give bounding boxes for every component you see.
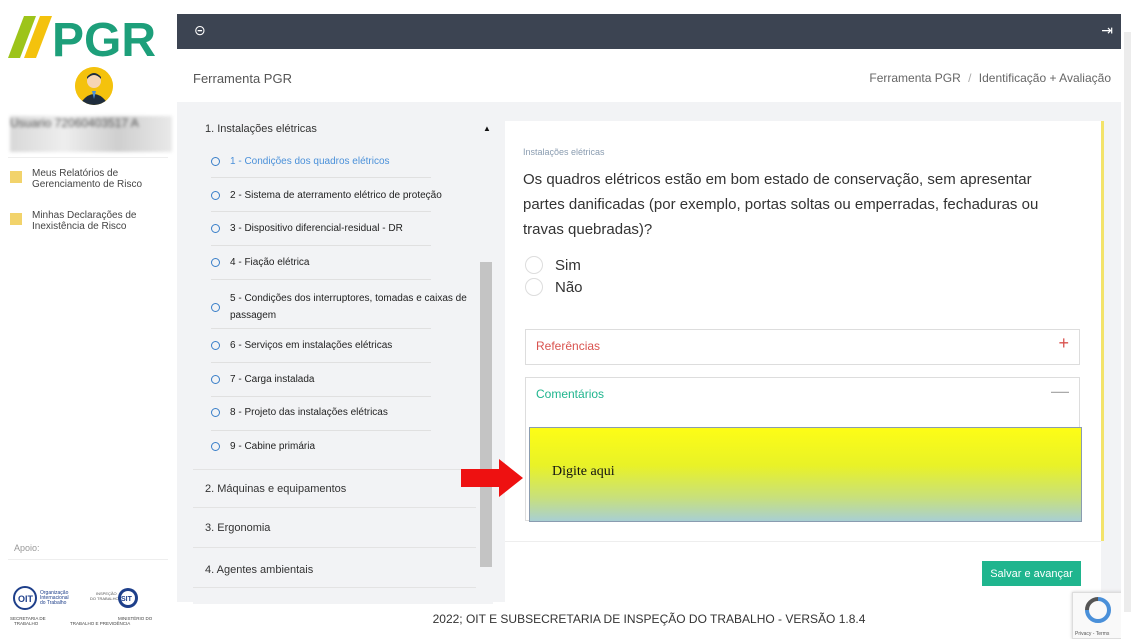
question-category: Instalações elétricas <box>523 147 605 157</box>
divider <box>211 245 431 246</box>
insp-line2: DO TRABALHO <box>90 596 119 601</box>
divider <box>211 430 431 431</box>
sidebar-item-label: Meus Relatórios de Gerenciamento de Risc… <box>32 168 143 190</box>
divider <box>8 157 168 158</box>
question-item-3[interactable]: 3 - Dispositivo diferencial-residual - D… <box>211 223 476 234</box>
comment-input[interactable]: Digite aqui <box>529 427 1082 522</box>
question-item-label: 3 - Dispositivo diferencial-residual - D… <box>230 223 403 234</box>
divider <box>211 396 431 397</box>
option-label: Não <box>555 278 583 296</box>
page-scrollbar[interactable] <box>1121 14 1133 639</box>
breadcrumb: Ferramenta PGR / Identificação + Avaliaç… <box>869 71 1111 85</box>
question-item-2[interactable]: 2 - Sistema de aterramento elétrico de p… <box>211 190 476 201</box>
divider <box>193 507 476 508</box>
references-panel[interactable]: Referências + <box>525 329 1080 365</box>
section-maquinas-equipamentos[interactable]: 2. Máquinas e equipamentos <box>205 483 346 495</box>
breadcrumb-separator: / <box>968 71 972 85</box>
question-text: Os quadros elétricos estão em bom estado… <box>523 171 1039 238</box>
divider <box>211 328 431 329</box>
question-item-label: 1 - Condições dos quadros elétricos <box>230 156 390 167</box>
collapse-icon[interactable]: ⊝ <box>194 22 206 39</box>
divider <box>211 177 431 178</box>
question-item-1[interactable]: 1 - Condições dos quadros elétricos <box>211 156 476 167</box>
radio-circle-icon <box>211 258 220 267</box>
radio-circle-icon <box>211 191 220 200</box>
section-agentes-ambientais[interactable]: 4. Agentes ambientais <box>205 564 313 576</box>
save-and-next-button[interactable]: Salvar e avançar <box>982 561 1081 586</box>
option-nao[interactable]: Não <box>525 278 583 296</box>
divider <box>211 211 431 212</box>
page-scrollbar-thumb[interactable] <box>1124 32 1131 612</box>
minus-icon[interactable]: — <box>1051 381 1069 402</box>
question-item-8[interactable]: 8 - Projeto das instalações elétricas <box>211 407 476 418</box>
partner-logos: OIT Organização Internacional do Trabalh… <box>10 586 153 626</box>
radio-button[interactable] <box>525 278 543 296</box>
section-instalacoes-eletricas[interactable]: 1. Instalações elétricas <box>205 123 317 135</box>
radio-circle-icon <box>211 442 220 451</box>
pgr-logo[interactable]: PGR <box>4 10 174 62</box>
breadcrumb-current: Identificação + Avaliação <box>978 71 1111 85</box>
question-item-6[interactable]: 6 - Serviços em instalações elétricas <box>211 340 476 351</box>
logo-text: PGR <box>52 14 156 62</box>
divider <box>193 469 476 470</box>
folder-icon <box>10 213 22 225</box>
divider <box>193 547 476 548</box>
radio-circle-icon <box>211 408 220 417</box>
comments-label: Comentários <box>536 387 605 401</box>
question-item-label: 4 - Fiação elétrica <box>230 257 310 268</box>
sit-logo: SIT <box>121 596 133 603</box>
sidebar-item-relatorios[interactable]: Meus Relatórios de Gerenciamento de Risc… <box>10 168 170 190</box>
page-footer: 2022; OIT E SUBSECRETARIA DE INSPEÇÃO DO… <box>432 612 866 626</box>
question-item-5[interactable]: 5 - Condições dos interruptores, tomadas… <box>211 290 476 324</box>
question-item-label: 6 - Serviços em instalações elétricas <box>230 340 393 351</box>
plus-icon[interactable]: + <box>1058 333 1069 354</box>
question-item-7[interactable]: 7 - Carga instalada <box>211 374 476 385</box>
question-item-label: 2 - Sistema de aterramento elétrico de p… <box>230 190 442 201</box>
radio-circle-icon <box>211 302 220 312</box>
question-item-label: 9 - Cabine primária <box>230 441 316 452</box>
sidebar-item-label: Minhas Declarações de Inexistência de Ri… <box>32 210 137 232</box>
divider <box>193 587 476 588</box>
radio-circle-icon <box>211 341 220 350</box>
option-sim[interactable]: Sim <box>525 256 581 274</box>
recaptcha-icon <box>1085 597 1111 623</box>
divider <box>211 279 431 280</box>
recaptcha-text[interactable]: Privacy - Terms <box>1075 631 1109 637</box>
divider <box>211 362 431 363</box>
section-ergonomia[interactable]: 3. Ergonomia <box>205 522 270 534</box>
divider <box>8 559 168 560</box>
page-header: Ferramenta PGR Ferramenta PGR / Identifi… <box>177 49 1121 103</box>
sec-line2: TRABALHO <box>14 621 39 626</box>
radio-circle-icon <box>211 375 220 384</box>
oit-line3: do Trabalho <box>40 600 67 606</box>
sidebar-item-declaracoes[interactable]: Minhas Declarações de Inexistência de Ri… <box>10 210 170 232</box>
option-label: Sim <box>555 256 581 274</box>
top-bar: ⊝ ⇥ <box>177 14 1121 49</box>
radio-button[interactable] <box>525 256 543 274</box>
question-item-label: 5 - Condições dos interruptores, tomadas… <box>230 293 467 321</box>
radio-circle-icon <box>211 224 220 233</box>
arrow-right-icon <box>461 459 523 497</box>
question-list-scrollbar[interactable] <box>480 262 492 567</box>
user-icon <box>75 67 113 105</box>
question-item-label: 8 - Projeto das instalações elétricas <box>230 407 388 418</box>
avatar[interactable] <box>75 67 113 105</box>
recaptcha-badge[interactable]: Privacy - Terms <box>1072 592 1126 639</box>
references-label: Referências <box>536 339 601 353</box>
comment-text: Digite aqui <box>552 464 615 479</box>
question-item-9[interactable]: 9 - Cabine primária <box>211 441 476 452</box>
caret-up-icon[interactable]: ▲ <box>483 124 491 133</box>
folder-icon <box>10 171 22 183</box>
question-item-4[interactable]: 4 - Fiação elétrica <box>211 257 476 268</box>
page-title: Ferramenta PGR <box>193 71 292 86</box>
exit-icon[interactable]: ⇥ <box>1101 22 1113 39</box>
sidebar: PGR Usuario 72060403517 A Meus Relatório… <box>0 0 177 639</box>
radio-circle-icon <box>211 157 220 166</box>
breadcrumb-root[interactable]: Ferramenta PGR <box>869 71 960 85</box>
question-item-label: 7 - Carga instalada <box>230 374 315 385</box>
apoio-label: Apoio: <box>14 543 40 553</box>
svg-text:OIT: OIT <box>18 594 34 604</box>
username: Usuario 72060403517 A <box>10 116 172 152</box>
min-line2: TRABALHO E PREVIDÊNCIA <box>70 619 130 626</box>
